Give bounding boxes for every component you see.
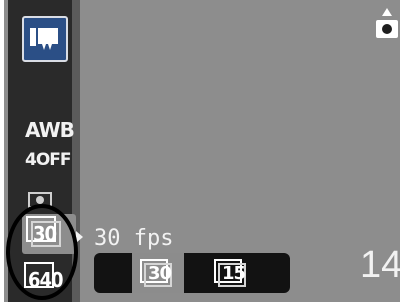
highlight-ellipse — [6, 204, 78, 300]
frame-rate-15-label: 15 — [222, 263, 246, 284]
frame-rate-30-icon: 30 — [138, 257, 178, 291]
movie-camera-icon — [30, 28, 58, 50]
white-balance-label[interactable]: AWB — [25, 118, 75, 142]
frame-rate-30-label: 30 — [148, 263, 172, 284]
movie-mode-icon[interactable] — [22, 16, 68, 62]
record-icon — [376, 8, 398, 38]
frame-rate-bar: 30 15 — [94, 253, 290, 293]
frame-rate-label: 30 fps — [94, 226, 174, 251]
shots-remaining: 14" — [360, 244, 400, 286]
flash-off-label[interactable]: 4OFF — [25, 150, 72, 170]
frame-rate-15-icon[interactable]: 15 — [212, 257, 252, 291]
